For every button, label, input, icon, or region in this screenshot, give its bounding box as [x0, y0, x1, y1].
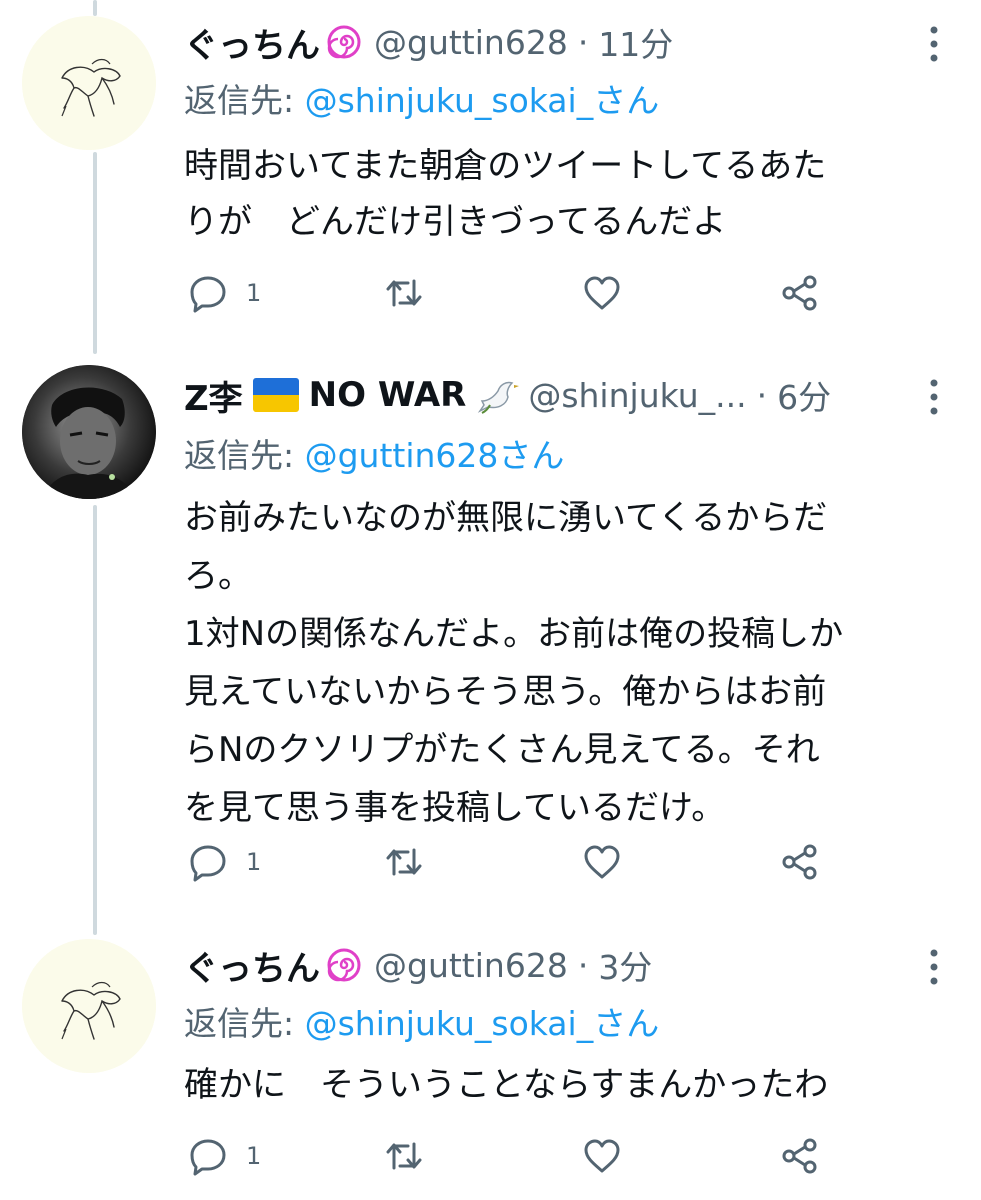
reply-count: 1	[246, 848, 262, 876]
replying-to-label: 返信先:	[184, 1004, 305, 1043]
separator-dot: ·	[756, 375, 768, 415]
handle[interactable]: @guttin628	[374, 946, 568, 985]
avatar[interactable]	[22, 365, 156, 499]
replying-to: 返信先: @shinjuku_sokai_さん	[184, 997, 659, 1045]
tweet-text-line: を見て思う事を投稿しているだけ。	[184, 788, 726, 828]
tweet-header: Z李 NO WAR @shinjuku_... · 6分	[184, 365, 831, 425]
tweet[interactable]: ぐっちん @guttin628 · 3分 返信先: @shinjuku_soka…	[0, 935, 981, 1195]
heart-icon	[584, 1139, 620, 1173]
like-button[interactable]	[582, 1131, 622, 1181]
tweet[interactable]: Z李 NO WAR @shinjuku_... · 6分 返信先: @gutti…	[0, 365, 981, 895]
share-button[interactable]	[780, 1131, 820, 1181]
share-icon	[782, 1138, 817, 1174]
share-button[interactable]	[780, 837, 820, 887]
action-bar: 1	[184, 837, 964, 887]
retweet-icon	[386, 848, 422, 876]
reply-mention-link[interactable]: @shinjuku_sokai_さん	[305, 81, 660, 120]
retweet-button[interactable]	[384, 837, 424, 887]
reply-button[interactable]: 1	[188, 268, 261, 318]
tweet-text-line: 1対Nの関係なんだよ。お前は俺の投稿しか	[184, 614, 844, 654]
retweet-icon	[386, 1142, 422, 1170]
share-icon	[782, 844, 817, 880]
tweet-text-line: ろ。	[184, 556, 252, 596]
sketch-avatar-image	[22, 939, 156, 1073]
retweet-button[interactable]	[384, 268, 424, 318]
share-button[interactable]	[780, 268, 820, 318]
tweet-text-line: 見えていないからそう思う。俺からはお前	[184, 672, 827, 712]
reply-button[interactable]: 1	[188, 837, 261, 887]
more-icon[interactable]	[924, 22, 944, 66]
tweet-text-line: 時間おいてまた朝倉のツイートしてるあた	[184, 146, 827, 186]
action-bar: 1	[184, 1131, 964, 1181]
tweet-text-line: 確かに そういうことならすまんかったわ	[184, 1065, 829, 1105]
retweet-button[interactable]	[384, 1131, 424, 1181]
naruto-badge-icon	[327, 948, 361, 982]
tweet-text-line: らNのクソリプがたくさん見えてる。それ	[184, 730, 820, 770]
portrait-avatar-image	[22, 365, 156, 499]
sketch-avatar-image	[22, 16, 156, 150]
tweet-text-line: お前みたいなのが無限に湧いてくるからだ	[184, 498, 828, 538]
reply-mention-link[interactable]: @shinjuku_sokai_さん	[305, 1004, 660, 1043]
tweet-text: 時間おいてまた朝倉のツイートしてるあた りが どんだけ引きづってるんだよ	[184, 138, 964, 250]
tweet-text: お前みたいなのが無限に湧いてくるからだ ろ。 1対Nの関係なんだよ。お前は俺の投…	[184, 489, 964, 837]
reply-count: 1	[246, 1142, 262, 1170]
handle[interactable]: @guttin628	[374, 23, 568, 62]
heart-icon	[584, 845, 620, 879]
naruto-badge-icon	[327, 25, 361, 59]
tweet-text: 確かに そういうことならすまんかったわ	[184, 1057, 964, 1113]
replying-to-label: 返信先:	[184, 436, 305, 475]
display-name[interactable]: ぐっちん	[184, 941, 320, 990]
tweet-text-line: りが どんだけ引きづってるんだよ	[184, 202, 727, 242]
more-icon[interactable]	[924, 375, 944, 419]
display-name[interactable]: Z李	[184, 371, 243, 420]
tweet[interactable]: ぐっちん @guttin628 · 11分 返信先: @shinjuku_sok…	[0, 12, 981, 332]
timestamp[interactable]: 6分	[777, 371, 831, 419]
handle[interactable]: @shinjuku_...	[528, 376, 746, 415]
separator-dot: ·	[577, 22, 589, 62]
tweet-header: ぐっちん @guttin628 · 3分	[184, 935, 652, 995]
ukraine-flag-icon	[252, 378, 299, 412]
replying-to: 返信先: @shinjuku_sokai_さん	[184, 74, 659, 122]
separator-dot: ·	[577, 945, 589, 985]
more-icon[interactable]	[924, 945, 944, 989]
replying-to-label: 返信先:	[184, 81, 305, 120]
reply-icon	[190, 845, 226, 882]
action-bar: 1	[184, 268, 964, 318]
share-icon	[782, 275, 817, 311]
heart-icon	[584, 276, 620, 310]
avatar[interactable]	[22, 16, 156, 150]
reply-icon	[190, 276, 226, 313]
reply-mention-link[interactable]: @guttin628さん	[305, 436, 565, 475]
replying-to: 返信先: @guttin628さん	[184, 429, 564, 477]
tweet-header: ぐっちん @guttin628 · 11分	[184, 12, 673, 72]
like-button[interactable]	[582, 268, 622, 318]
retweet-icon	[386, 279, 422, 307]
like-button[interactable]	[582, 837, 622, 887]
dove-icon	[478, 381, 520, 414]
timestamp[interactable]: 3分	[598, 941, 652, 989]
reply-icon	[190, 1139, 226, 1176]
reply-button[interactable]: 1	[188, 1131, 261, 1181]
avatar[interactable]	[22, 939, 156, 1073]
display-name[interactable]: ぐっちん	[184, 18, 320, 67]
reply-count: 1	[246, 279, 262, 307]
display-name-suffix[interactable]: NO WAR	[309, 375, 467, 415]
timestamp[interactable]: 11分	[598, 18, 673, 66]
